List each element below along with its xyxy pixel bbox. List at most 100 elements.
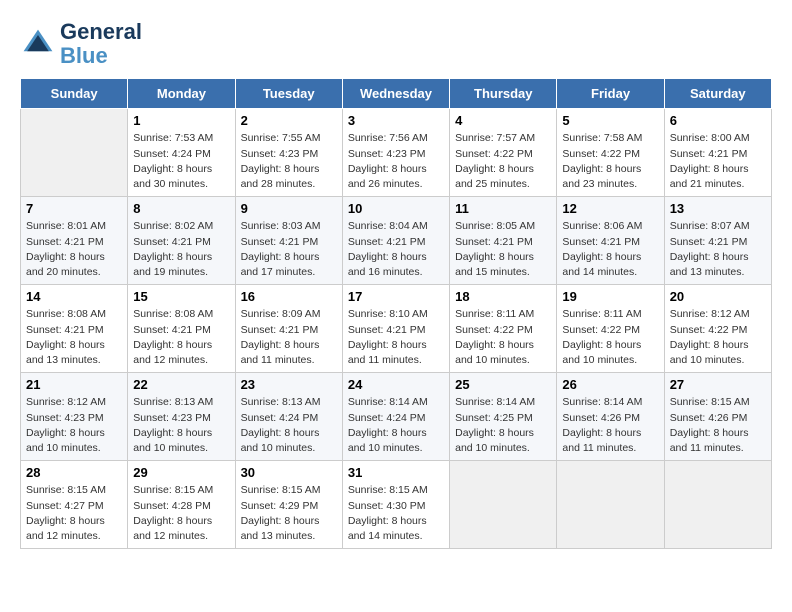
cell-info: Sunrise: 8:03 AMSunset: 4:21 PMDaylight:… (241, 219, 337, 280)
cell-info: Sunrise: 8:15 AMSunset: 4:28 PMDaylight:… (133, 483, 229, 544)
day-number: 1 (133, 113, 229, 128)
day-number: 28 (26, 465, 122, 480)
day-number: 27 (670, 377, 766, 392)
cell-info: Sunrise: 8:15 AMSunset: 4:26 PMDaylight:… (670, 395, 766, 456)
calendar-cell: 5Sunrise: 7:58 AMSunset: 4:22 PMDaylight… (557, 109, 664, 197)
calendar-cell: 9 Sunrise: 8:03 AMSunset: 4:21 PMDaylight… (235, 197, 342, 285)
calendar-cell: 25 Sunrise: 8:14 AMSunset: 4:25 PMDayligh… (450, 373, 557, 461)
weekday-header-wednesday: Wednesday (342, 79, 449, 109)
cell-info: Sunrise: 8:11 AMSunset: 4:22 PMDaylight:… (455, 307, 551, 368)
cell-info: Sunrise: 8:02 AMSunset: 4:21 PMDaylight:… (133, 219, 229, 280)
cell-info: Sunrise: 8:15 AMSunset: 4:27 PMDaylight:… (26, 483, 122, 544)
calendar-cell: 13 Sunrise: 8:07 AMSunset: 4:21 PMDayligh… (664, 197, 771, 285)
day-number: 7 (26, 201, 122, 216)
cell-info: Sunrise: 8:14 AMSunset: 4:25 PMDaylight:… (455, 395, 551, 456)
calendar-cell: 31 Sunrise: 8:15 AMSunset: 4:30 PMDayligh… (342, 461, 449, 549)
cell-info: Sunrise: 8:08 AMSunset: 4:21 PMDaylight:… (133, 307, 229, 368)
cell-info: Sunrise: 8:09 AMSunset: 4:21 PMDaylight:… (241, 307, 337, 368)
day-number: 2 (241, 113, 337, 128)
cell-info: Sunrise: 8:05 AMSunset: 4:21 PMDaylight:… (455, 219, 551, 280)
calendar-cell: 16 Sunrise: 8:09 AMSunset: 4:21 PMDayligh… (235, 285, 342, 373)
calendar-cell: 29 Sunrise: 8:15 AMSunset: 4:28 PMDayligh… (128, 461, 235, 549)
cell-info: Sunrise: 8:10 AMSunset: 4:21 PMDaylight:… (348, 307, 444, 368)
calendar-cell: 3 Sunrise: 7:56 AMSunset: 4:23 PMDaylight… (342, 109, 449, 197)
calendar-cell: 17Sunrise: 8:10 AMSunset: 4:21 PMDayligh… (342, 285, 449, 373)
cell-info: Sunrise: 8:07 AMSunset: 4:21 PMDaylight:… (670, 219, 766, 280)
cell-info: Sunrise: 8:14 AMSunset: 4:24 PMDaylight:… (348, 395, 444, 456)
calendar-cell: 21 Sunrise: 8:12 AMSunset: 4:23 PMDayligh… (21, 373, 128, 461)
day-number: 4 (455, 113, 551, 128)
cell-info: Sunrise: 7:53 AMSunset: 4:24 PMDaylight:… (133, 131, 229, 192)
logo-text: General Blue (60, 20, 142, 68)
cell-info: Sunrise: 7:55 AMSunset: 4:23 PMDaylight:… (241, 131, 337, 192)
calendar-cell: 26 Sunrise: 8:14 AMSunset: 4:26 PMDayligh… (557, 373, 664, 461)
calendar-cell: 11 Sunrise: 8:05 AMSunset: 4:21 PMDayligh… (450, 197, 557, 285)
day-number: 15 (133, 289, 229, 304)
weekday-header-saturday: Saturday (664, 79, 771, 109)
calendar-cell: 12Sunrise: 8:06 AMSunset: 4:21 PMDayligh… (557, 197, 664, 285)
cell-info: Sunrise: 8:15 AMSunset: 4:29 PMDaylight:… (241, 483, 337, 544)
weekday-header-thursday: Thursday (450, 79, 557, 109)
calendar-cell: 4 Sunrise: 7:57 AMSunset: 4:22 PMDaylight… (450, 109, 557, 197)
cell-info: Sunrise: 8:13 AMSunset: 4:23 PMDaylight:… (133, 395, 229, 456)
day-number: 3 (348, 113, 444, 128)
logo: General Blue (20, 20, 142, 68)
day-number: 13 (670, 201, 766, 216)
calendar-cell (664, 461, 771, 549)
day-number: 21 (26, 377, 122, 392)
cell-info: Sunrise: 8:13 AMSunset: 4:24 PMDaylight:… (241, 395, 337, 456)
day-number: 16 (241, 289, 337, 304)
calendar-cell (450, 461, 557, 549)
calendar-cell: 7 Sunrise: 8:01 AMSunset: 4:21 PMDaylight… (21, 197, 128, 285)
day-number: 31 (348, 465, 444, 480)
day-number: 10 (348, 201, 444, 216)
calendar-cell: 19 Sunrise: 8:11 AMSunset: 4:22 PMDayligh… (557, 285, 664, 373)
weekday-header-friday: Friday (557, 79, 664, 109)
day-number: 14 (26, 289, 122, 304)
weekday-header-tuesday: Tuesday (235, 79, 342, 109)
cell-info: Sunrise: 8:04 AMSunset: 4:21 PMDaylight:… (348, 219, 444, 280)
calendar-cell: 30 Sunrise: 8:15 AMSunset: 4:29 PMDayligh… (235, 461, 342, 549)
calendar-table: SundayMondayTuesdayWednesdayThursdayFrid… (20, 78, 772, 549)
calendar-cell: 28 Sunrise: 8:15 AMSunset: 4:27 PMDayligh… (21, 461, 128, 549)
day-number: 9 (241, 201, 337, 216)
day-number: 30 (241, 465, 337, 480)
day-number: 25 (455, 377, 551, 392)
calendar-cell: 10 Sunrise: 8:04 AMSunset: 4:21 PMDayligh… (342, 197, 449, 285)
cell-info: Sunrise: 8:14 AMSunset: 4:26 PMDaylight:… (562, 395, 658, 456)
calendar-cell: 2 Sunrise: 7:55 AMSunset: 4:23 PMDaylight… (235, 109, 342, 197)
day-number: 12 (562, 201, 658, 216)
cell-info: Sunrise: 8:12 AMSunset: 4:22 PMDaylight:… (670, 307, 766, 368)
weekday-header-monday: Monday (128, 79, 235, 109)
logo-icon (20, 26, 56, 62)
calendar-cell: 27 Sunrise: 8:15 AMSunset: 4:26 PMDayligh… (664, 373, 771, 461)
calendar-cell: 6Sunrise: 8:00 AMSunset: 4:21 PMDaylight… (664, 109, 771, 197)
day-number: 8 (133, 201, 229, 216)
calendar-cell: 20Sunrise: 8:12 AMSunset: 4:22 PMDayligh… (664, 285, 771, 373)
calendar-cell (21, 109, 128, 197)
calendar-cell (557, 461, 664, 549)
day-number: 11 (455, 201, 551, 216)
day-number: 26 (562, 377, 658, 392)
weekday-header-sunday: Sunday (21, 79, 128, 109)
calendar-cell: 18 Sunrise: 8:11 AMSunset: 4:22 PMDayligh… (450, 285, 557, 373)
day-number: 29 (133, 465, 229, 480)
cell-info: Sunrise: 7:56 AMSunset: 4:23 PMDaylight:… (348, 131, 444, 192)
day-number: 18 (455, 289, 551, 304)
day-number: 24 (348, 377, 444, 392)
day-number: 6 (670, 113, 766, 128)
cell-info: Sunrise: 8:12 AMSunset: 4:23 PMDaylight:… (26, 395, 122, 456)
cell-info: Sunrise: 7:58 AMSunset: 4:22 PMDaylight:… (562, 131, 658, 192)
cell-info: Sunrise: 8:15 AMSunset: 4:30 PMDaylight:… (348, 483, 444, 544)
day-number: 22 (133, 377, 229, 392)
calendar-cell: 14 Sunrise: 8:08 AMSunset: 4:21 PMDayligh… (21, 285, 128, 373)
day-number: 19 (562, 289, 658, 304)
cell-info: Sunrise: 8:01 AMSunset: 4:21 PMDaylight:… (26, 219, 122, 280)
calendar-header: SundayMondayTuesdayWednesdayThursdayFrid… (21, 79, 772, 109)
page-header: General Blue (20, 20, 772, 68)
day-number: 23 (241, 377, 337, 392)
calendar-cell: 23 Sunrise: 8:13 AMSunset: 4:24 PMDayligh… (235, 373, 342, 461)
cell-info: Sunrise: 7:57 AMSunset: 4:22 PMDaylight:… (455, 131, 551, 192)
cell-info: Sunrise: 8:08 AMSunset: 4:21 PMDaylight:… (26, 307, 122, 368)
cell-info: Sunrise: 8:11 AMSunset: 4:22 PMDaylight:… (562, 307, 658, 368)
